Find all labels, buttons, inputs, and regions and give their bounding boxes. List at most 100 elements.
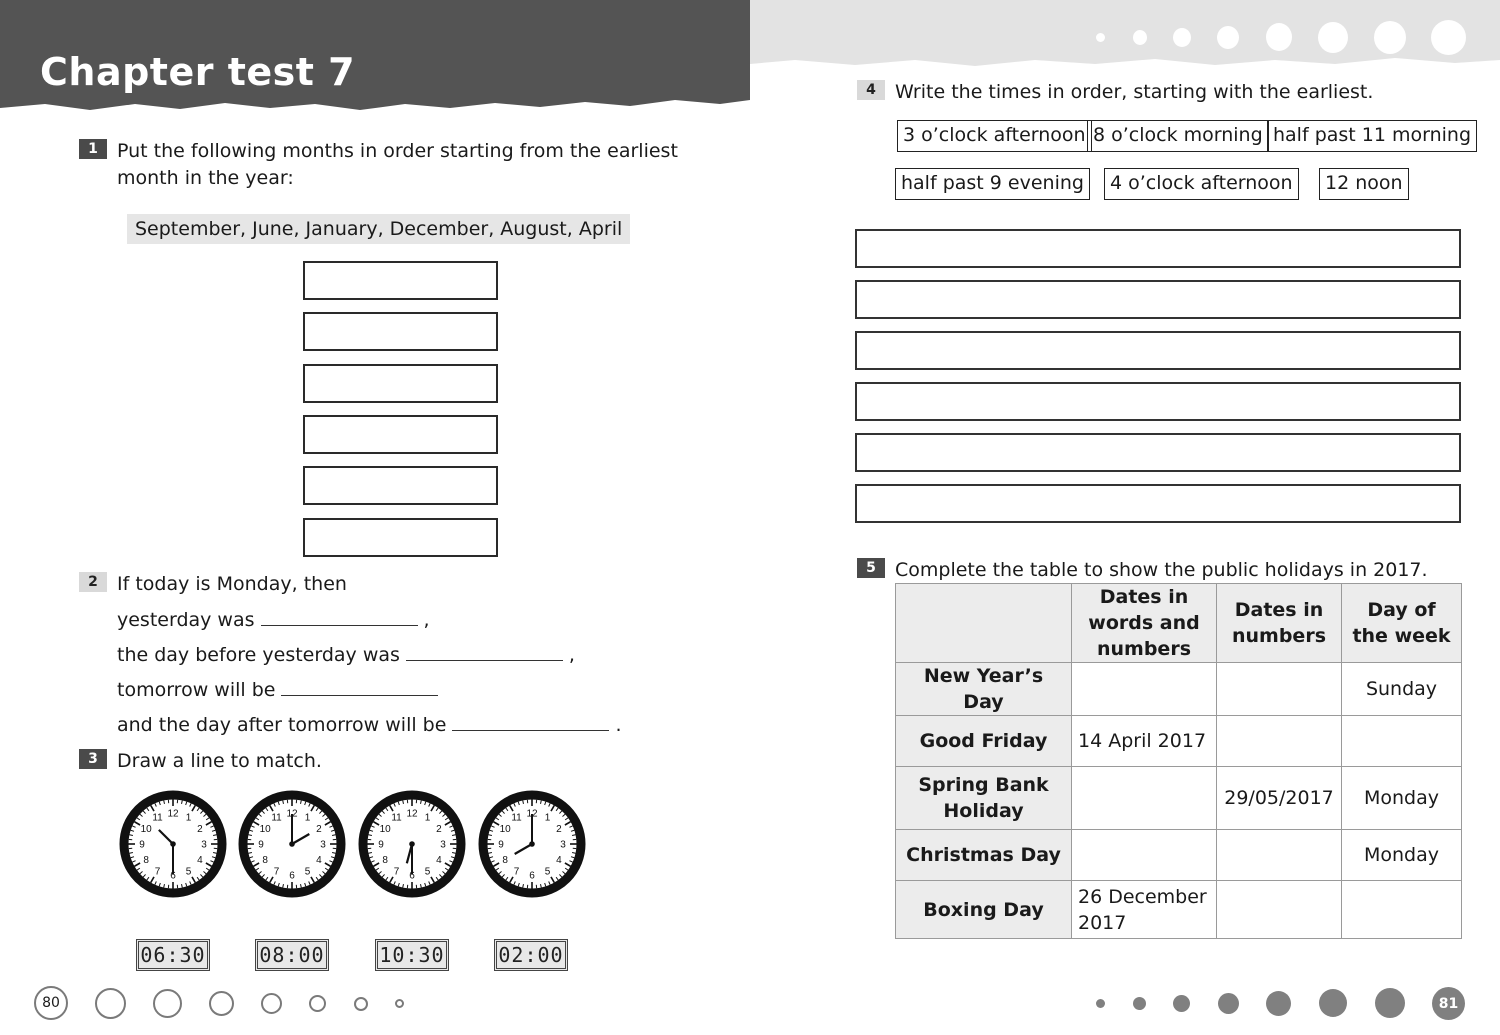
question-number-2: 2: [79, 572, 107, 592]
time-card: 8 o’clock morning: [1087, 120, 1269, 152]
month-answer-box[interactable]: [303, 261, 498, 300]
header-dot: [1133, 30, 1147, 45]
time-answer-line[interactable]: [855, 280, 1461, 319]
q2-line-day-after: and the day after tomorrow will be.: [117, 714, 622, 736]
question-number-4: 4: [857, 80, 885, 100]
clock-numeral: 10: [500, 824, 512, 835]
month-answer-box[interactable]: [303, 363, 498, 403]
day-cell[interactable]: [1341, 715, 1462, 767]
holiday-name: Good Friday: [895, 715, 1072, 767]
footer-circle: [354, 997, 368, 1011]
answer-blank[interactable]: [452, 729, 610, 731]
time-answer-line[interactable]: [855, 484, 1461, 523]
clock-numeral: 9: [258, 840, 264, 851]
clock-numeral: 9: [378, 840, 384, 851]
time-card: 3 o’clock afternoon: [897, 120, 1092, 152]
date-numbers-cell[interactable]: [1216, 829, 1342, 881]
answer-blank[interactable]: [260, 624, 418, 626]
digital-clock[interactable]: 06:30: [136, 939, 210, 971]
month-answer-box[interactable]: [303, 414, 498, 454]
q5-text: Complete the table to show the public ho…: [895, 559, 1428, 581]
clock-numeral: 8: [262, 855, 268, 866]
date-words-cell[interactable]: [1071, 829, 1217, 881]
q2-intro: If today is Monday, then: [117, 573, 347, 595]
answer-blank[interactable]: [281, 694, 439, 696]
digital-clock[interactable]: 02:00: [494, 939, 568, 971]
footer-dot: [1319, 989, 1347, 1017]
date-numbers-cell[interactable]: 29/05/2017: [1216, 766, 1342, 830]
digital-clock[interactable]: 10:30: [375, 939, 449, 971]
clock-numeral: 12: [406, 809, 418, 820]
question-number-5: 5: [857, 558, 885, 578]
table-header-day: Day of the week: [1341, 583, 1462, 663]
q2-line-day-before: the day before yesterday was,: [117, 644, 575, 666]
clock-numeral: 10: [260, 824, 272, 835]
day-cell[interactable]: Monday: [1341, 829, 1462, 881]
answer-blank[interactable]: [405, 659, 563, 661]
q2-line-tomorrow: tomorrow will be: [117, 677, 444, 704]
clock-numeral: 7: [514, 866, 520, 877]
analog-clock[interactable]: 123456789101112: [357, 789, 467, 899]
clock-numeral: 5: [425, 866, 431, 877]
footer-dot: [1266, 991, 1291, 1016]
clock-numeral: 11: [271, 813, 282, 824]
clock-numeral: 3: [560, 840, 566, 851]
clock-numeral: 4: [556, 855, 562, 866]
footer-dot: [1218, 993, 1239, 1014]
time-answer-line[interactable]: [855, 229, 1461, 268]
analog-clock[interactable]: 123456789101112: [118, 789, 228, 899]
footer-dot: [1133, 997, 1146, 1010]
table-row: Good Friday 14 April 2017: [895, 715, 1462, 767]
table-header-words: Dates in words and numbers: [1071, 583, 1217, 663]
table-header-row: Dates in words and numbers Dates in numb…: [895, 583, 1462, 663]
holiday-name: Christmas Day: [895, 829, 1072, 881]
day-cell[interactable]: Monday: [1341, 766, 1462, 830]
date-words-cell[interactable]: [1071, 766, 1217, 830]
header-dot: [1374, 21, 1406, 54]
analog-clock[interactable]: 123456789101112: [477, 789, 587, 899]
table-row: New Year’s Day Sunday: [895, 662, 1462, 716]
clock-numeral: 11: [511, 813, 522, 824]
time-answer-line[interactable]: [855, 331, 1461, 370]
holiday-name: New Year’s Day: [895, 662, 1072, 716]
clock-numeral: 2: [556, 824, 562, 835]
clock-numeral: 12: [167, 809, 179, 820]
clock-numeral: 3: [440, 840, 446, 851]
footer-circle: [395, 999, 404, 1008]
question-number-1: 1: [79, 139, 107, 159]
clock-numeral: 8: [143, 855, 149, 866]
date-numbers-cell[interactable]: [1216, 880, 1342, 939]
header-dot: [1431, 20, 1466, 55]
date-numbers-cell[interactable]: [1216, 662, 1342, 716]
footer-circle: [309, 995, 326, 1012]
table-row: Spring Bank Holiday 29/05/2017 Monday: [895, 766, 1462, 830]
day-cell[interactable]: [1341, 880, 1462, 939]
page-number-left: 80: [34, 986, 68, 1020]
footer-circle: [209, 991, 234, 1016]
clock-numeral: 1: [545, 813, 551, 824]
month-answer-box[interactable]: [303, 466, 498, 506]
q1-text-line2: month in the year:: [117, 167, 294, 189]
q1-text-line1: Put the following months in order starti…: [117, 140, 678, 162]
clock-numeral: 6: [289, 871, 295, 882]
date-numbers-cell[interactable]: [1216, 715, 1342, 767]
header-dot: [1318, 22, 1348, 53]
analog-clock[interactable]: 123456789101112: [237, 789, 347, 899]
header-dot: [1266, 23, 1292, 51]
holiday-name: Boxing Day: [895, 880, 1072, 939]
q4-text: Write the times in order, starting with …: [895, 81, 1374, 103]
month-answer-box[interactable]: [303, 517, 498, 557]
date-words-cell[interactable]: [1071, 662, 1217, 716]
date-words-cell[interactable]: 26 December 2017: [1071, 880, 1217, 939]
footer-dot: [1096, 999, 1105, 1008]
clock-numeral: 5: [545, 866, 551, 877]
footer-circle: [153, 989, 182, 1018]
digital-clock[interactable]: 08:00: [255, 939, 329, 971]
time-answer-line[interactable]: [855, 382, 1461, 421]
clock-numeral: 3: [201, 840, 207, 851]
day-cell[interactable]: Sunday: [1341, 662, 1462, 716]
month-answer-box[interactable]: [303, 312, 498, 352]
time-answer-line[interactable]: [855, 433, 1461, 472]
date-words-cell[interactable]: 14 April 2017: [1071, 715, 1217, 767]
footer-circle: [261, 993, 282, 1014]
